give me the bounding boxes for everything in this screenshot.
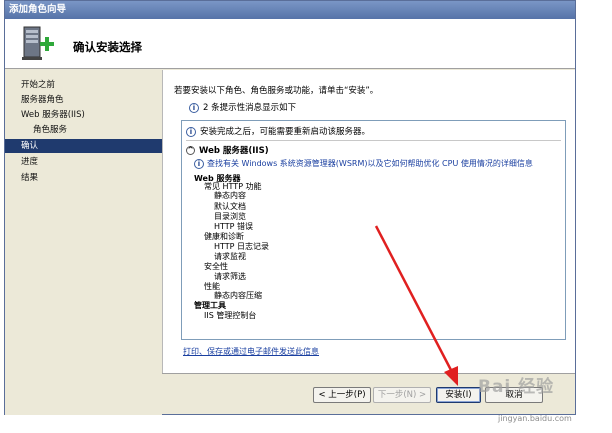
- info-icon: i: [186, 126, 196, 137]
- server-add-icon: [22, 26, 54, 60]
- nav-item-server-roles[interactable]: 服务器角色: [5, 93, 162, 107]
- nav-item-before-you-begin[interactable]: 开始之前: [5, 78, 162, 92]
- divider: [186, 140, 561, 141]
- restart-note: i 安装完成之后，可能需要重新启动该服务器。: [186, 125, 370, 137]
- restart-note-text: 安装完成之后，可能需要重新启动该服务器。: [200, 127, 371, 137]
- info-icon: i: [189, 102, 199, 113]
- nav-item-web-server-iis[interactable]: Web 服务器(IIS): [5, 108, 162, 122]
- background-strip: [577, 0, 612, 433]
- wizard-window: 添加角色向导 确认安装选择 开始之前 服务器角色 Web 服务器(IIS) 角色…: [4, 0, 576, 415]
- section-title: Web 服务器(IIS): [199, 146, 269, 156]
- wsrm-help-link-text: 查找有关 Windows 系统资源管理器(WSRM)以及它如何帮助优化 CPU …: [207, 159, 533, 168]
- intro-text: 若要安装以下角色、角色服务或功能，请单击“安装”。: [174, 86, 379, 96]
- next-button[interactable]: 下一步(N) >: [373, 387, 431, 403]
- nav-item-confirmation[interactable]: 确认: [5, 139, 162, 153]
- tree-item: IIS 管理控制台: [204, 311, 257, 320]
- print-save-email-link[interactable]: 打印、保存或通过电子邮件发送此信息: [183, 346, 319, 357]
- message-count: i 2 条提示性消息显示如下: [189, 101, 296, 113]
- content-pane: 若要安装以下角色、角色服务或功能，请单击“安装”。 i2 条提示性消息显示如下 …: [162, 70, 575, 373]
- install-button[interactable]: 安装(I): [436, 387, 481, 403]
- nav-item-role-services[interactable]: 角色服务: [5, 123, 162, 137]
- nav-item-results: 结果: [21, 173, 39, 183]
- wizard-nav: 开始之前 服务器角色 Web 服务器(IIS) 角色服务 确认 进度 结果: [5, 70, 162, 415]
- message-count-label: 2 条提示性消息显示如下: [203, 103, 297, 113]
- window-title: 添加角色向导: [5, 1, 575, 19]
- tree-item: 静态内容: [214, 191, 246, 200]
- nav-item-progress: 进度: [21, 157, 39, 167]
- section-web-server-iis[interactable]: ^ Web 服务器(IIS): [186, 144, 269, 156]
- wsrm-help-link[interactable]: i 查找有关 Windows 系统资源管理器(WSRM)以及它如何帮助优化 CPU…: [194, 158, 533, 169]
- page-title: 确认安装选择: [73, 40, 142, 54]
- watermark-url: jingyan.baidu.com: [498, 414, 572, 423]
- prev-button[interactable]: < 上一步(P): [313, 387, 371, 403]
- confirmation-list-box[interactable]: i 安装完成之后，可能需要重新启动该服务器。 ^ Web 服务器(IIS) i 查找有…: [181, 120, 566, 340]
- collapse-icon[interactable]: ^: [186, 146, 195, 155]
- info-icon: i: [194, 158, 204, 169]
- watermark-brand: Bai 经验: [478, 377, 555, 397]
- wizard-header: 确认安装选择: [5, 19, 575, 69]
